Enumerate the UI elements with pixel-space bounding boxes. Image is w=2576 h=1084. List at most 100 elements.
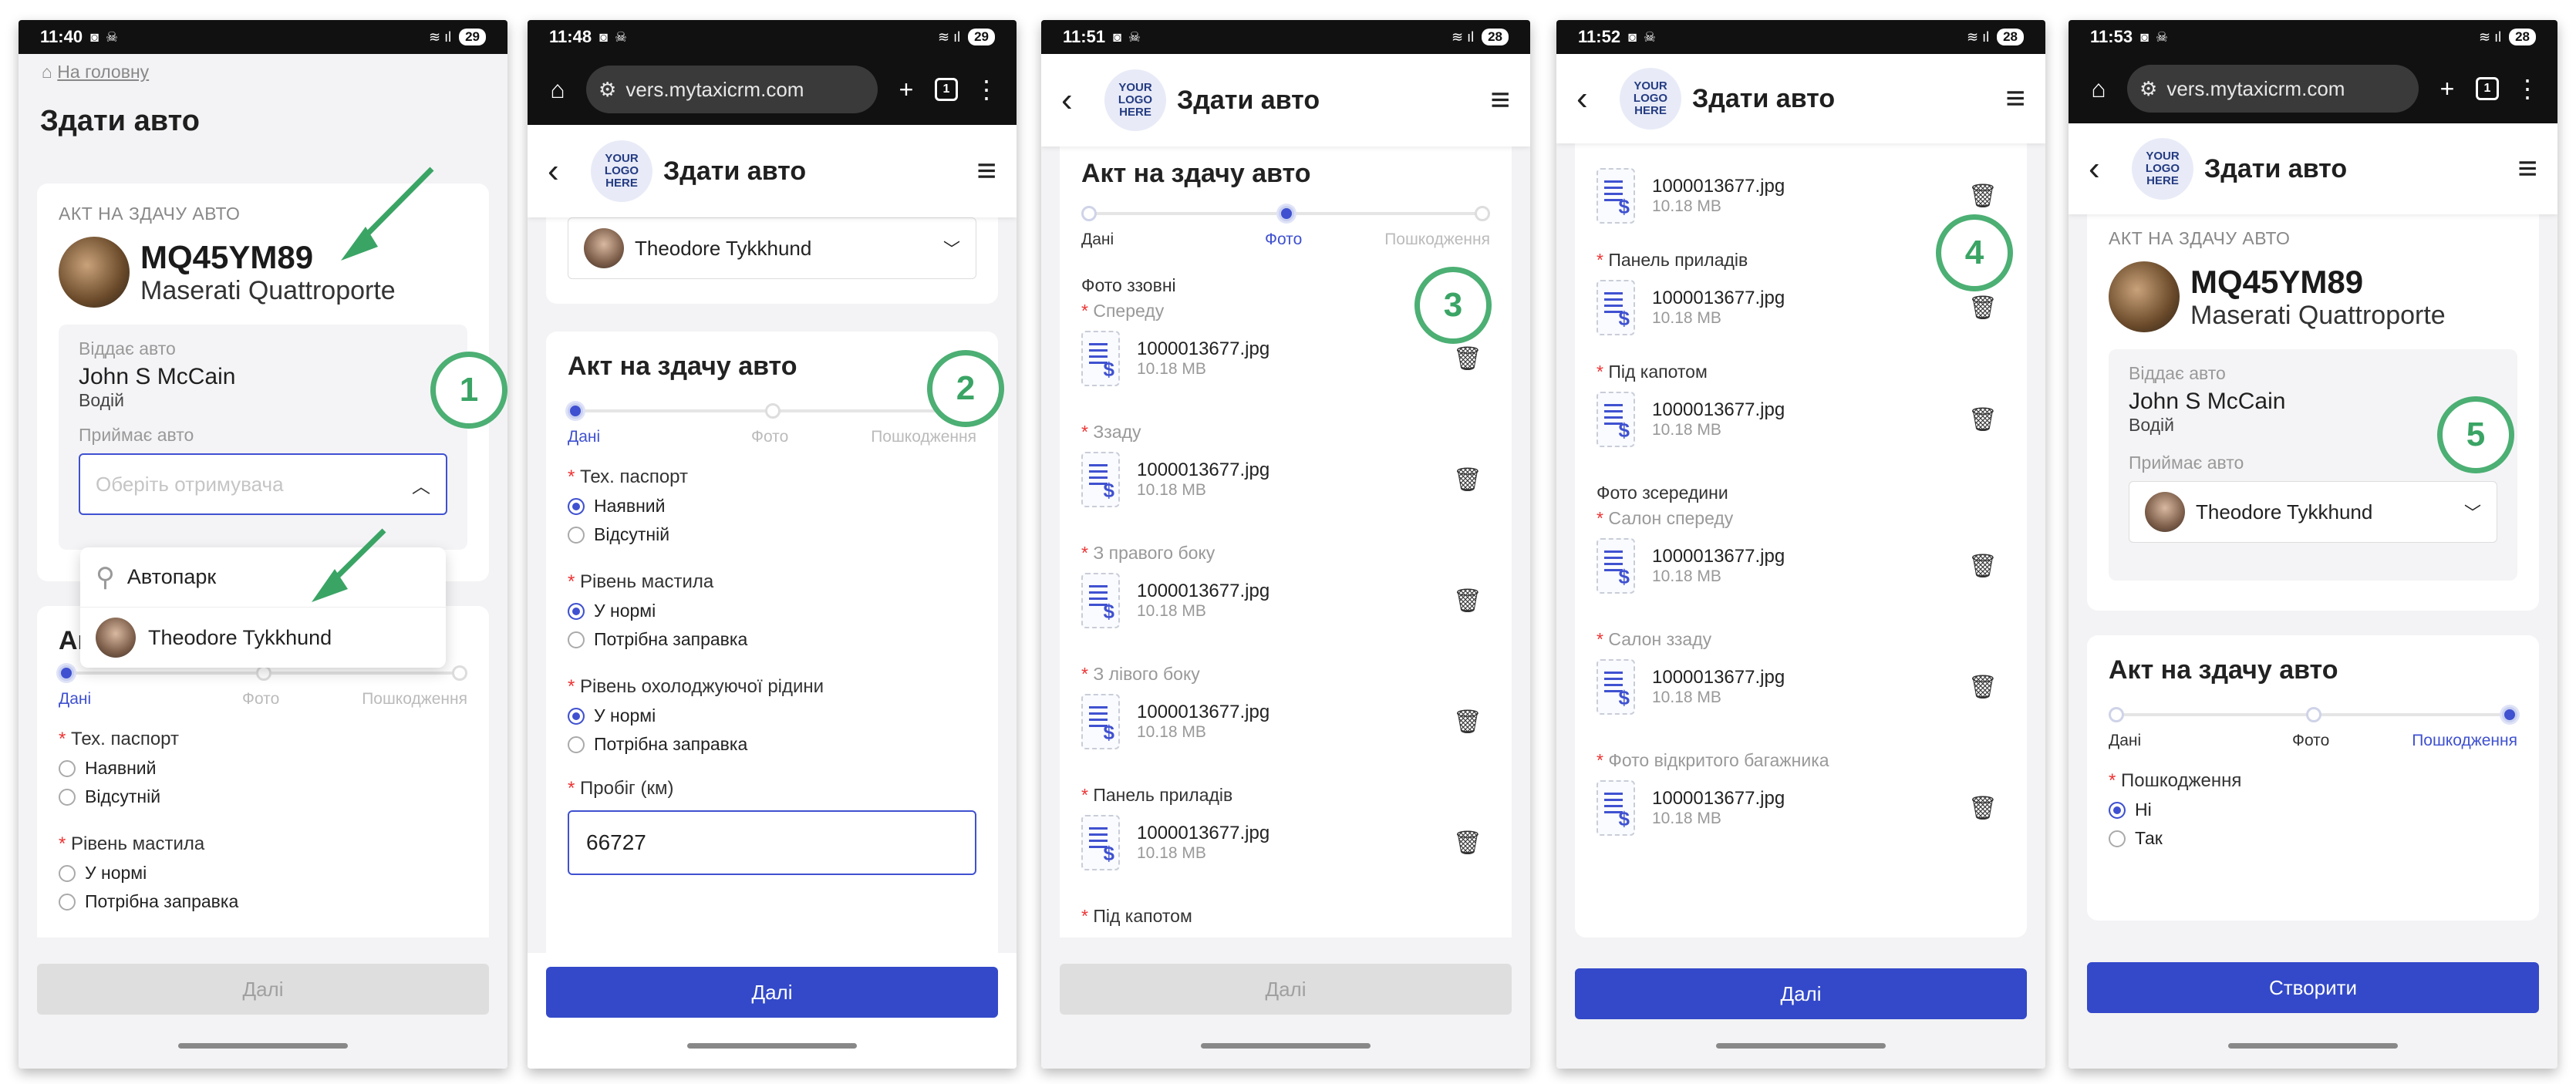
- menu-icon[interactable]: ≡: [1490, 81, 1510, 120]
- trash-icon[interactable]: 🗑: [1968, 406, 1998, 433]
- battery-icon: 28: [1997, 29, 2024, 45]
- logo: YOUR LOGO HERE: [1104, 69, 1166, 131]
- status-bar: 11:52 ◙ ☠ ≋ ıl 28: [1556, 20, 2045, 54]
- more-icon[interactable]: ⋮: [2513, 74, 2542, 103]
- screen-5: 11:53 ◙ ☠ ≋ ıl 28 ⌂ ⚙ vers.mytaxicrm.com +…: [2069, 20, 2557, 1069]
- trash-icon[interactable]: 🗑: [1968, 795, 1998, 822]
- screen-2: 11:48 ◙ ☠ ≋ ıl 29 ⌂ ⚙ vers.mytaxicrm.com +…: [528, 20, 1017, 1069]
- trash-icon[interactable]: 🗑: [1453, 709, 1482, 736]
- home-indicator: [1201, 1043, 1371, 1049]
- next-button[interactable]: Далі: [1060, 964, 1512, 1015]
- trash-icon[interactable]: 🗑: [1453, 345, 1482, 372]
- app-header: ‹ YOUR LOGO HERE Здати авто ≡: [528, 125, 1017, 217]
- menu-icon[interactable]: ≡: [2005, 79, 2025, 118]
- home-icon[interactable]: ⌂: [2084, 75, 2113, 103]
- create-button[interactable]: Створити: [2087, 962, 2539, 1013]
- act-title: Акт на здачу авто: [1081, 159, 1311, 188]
- mileage-input[interactable]: 66727: [568, 810, 976, 875]
- radio-damage-no[interactable]: Ні: [2109, 800, 2517, 820]
- act-title: Акт на здачу авто: [2109, 655, 2338, 685]
- next-button[interactable]: Далі: [546, 967, 998, 1018]
- radio-coolant-normal[interactable]: У нормі: [568, 705, 976, 726]
- battery-icon: 28: [1482, 29, 1509, 45]
- radio-present[interactable]: Наявний: [568, 496, 976, 517]
- wifi-icon: ≋ ıl: [2478, 29, 2502, 45]
- url-bar[interactable]: ⚙ vers.mytaxicrm.com: [2127, 65, 2419, 113]
- logo: YOUR LOGO HERE: [591, 140, 652, 202]
- radio-absent[interactable]: Відсутній: [568, 524, 976, 545]
- app-header: ‹ YOUR LOGO HERE Здати авто ≡: [1556, 54, 2045, 143]
- page-title: Здати авто: [2204, 153, 2348, 183]
- step-badge: 2: [927, 350, 1004, 427]
- new-tab-icon[interactable]: +: [892, 76, 921, 104]
- back-icon[interactable]: ‹: [1061, 81, 1100, 120]
- trash-icon[interactable]: 🗑: [1968, 183, 1998, 210]
- radio-damage-yes[interactable]: Так: [2109, 828, 2517, 849]
- trash-icon[interactable]: 🗑: [1968, 553, 1998, 580]
- file-icon: [1597, 168, 1635, 224]
- radio-oil-normal[interactable]: У нормі: [568, 601, 976, 621]
- back-icon[interactable]: ‹: [2089, 150, 2127, 188]
- step-badge: 1: [430, 352, 507, 429]
- screen-1: 11:40 ◙ ☠ ≋ ıl 29 ⌂ На головну Здати авто…: [19, 20, 507, 1069]
- trash-icon[interactable]: 🗑: [1968, 674, 1998, 701]
- file-icon: [1081, 331, 1120, 386]
- chevron-down-icon: ﹀: [942, 240, 960, 259]
- file-item: 1000013677.jpg10.18 MB🗑: [1081, 806, 1490, 880]
- coolant-label: * Рівень охолоджуючої рідини: [568, 676, 824, 697]
- home-indicator: [687, 1043, 857, 1049]
- file-item: 1000013677.jpg10.18 MB🗑: [1081, 443, 1490, 517]
- receiver-select[interactable]: Theodore Tykkhund ﹀: [568, 217, 976, 279]
- file-icon: [1597, 659, 1635, 715]
- trash-icon[interactable]: 🗑: [1453, 466, 1482, 493]
- trash-icon[interactable]: 🗑: [1453, 587, 1482, 614]
- next-button[interactable]: Далі: [1575, 968, 2027, 1019]
- step-dot-2: [2306, 707, 2321, 722]
- back-icon[interactable]: ‹: [1576, 79, 1615, 118]
- logo: YOUR LOGO HERE: [2132, 138, 2193, 200]
- menu-icon[interactable]: ≡: [976, 152, 996, 190]
- radio-coolant-refill[interactable]: Потрібна заправка: [568, 734, 976, 755]
- more-icon[interactable]: ⋮: [972, 75, 1001, 104]
- file-icon: [1597, 280, 1635, 335]
- photo-label-salon-back: * Салон ззаду: [1597, 629, 1712, 649]
- photo-label-salon-front: * Салон спереду: [1597, 508, 1734, 528]
- file-icon: [1597, 538, 1635, 594]
- receives-label: Приймає авто: [2129, 453, 2244, 473]
- step-badge: 5: [2437, 396, 2514, 473]
- tabs-icon[interactable]: 1: [935, 78, 958, 101]
- footer: Далі: [1556, 953, 2045, 1069]
- status-bar: 11:51 ◙ ☠ ≋ ıl 28: [1041, 20, 1530, 54]
- file-icon: [1081, 815, 1120, 870]
- wifi-icon: ≋ ıl: [1966, 29, 1990, 45]
- home-icon[interactable]: ⌂: [543, 76, 572, 104]
- page-title: Здати авто: [1177, 85, 1320, 115]
- menu-icon[interactable]: ≡: [2517, 150, 2537, 188]
- file-icon: [1081, 573, 1120, 628]
- passport-label: * Тех. паспорт: [568, 466, 688, 487]
- receiver-select[interactable]: Theodore Tykkhund ﹀: [2129, 481, 2497, 543]
- page-title: Здати авто: [663, 156, 807, 186]
- tabs-icon[interactable]: 1: [2476, 77, 2499, 100]
- url-bar[interactable]: ⚙ vers.mytaxicrm.com: [586, 66, 878, 113]
- trash-icon[interactable]: 🗑: [1453, 830, 1482, 857]
- file-item: 1000013677.jpg10.18 MB🗑: [1597, 529, 2005, 603]
- photo-label-right: * З правого боку: [1081, 543, 1216, 563]
- file-item: 1000013677.jpg10.18 MB🗑: [1597, 382, 2005, 456]
- back-icon[interactable]: ‹: [548, 152, 586, 190]
- stepper: Дані Фото Пошкодження: [1081, 200, 1490, 261]
- file-item: 1000013677.jpg10.18 MB🗑: [1081, 685, 1490, 759]
- step-dot-3: [2502, 707, 2517, 722]
- photo-label-hood: * Під капотом: [1081, 906, 1192, 926]
- radio-oil-refill[interactable]: Потрібна заправка: [568, 629, 976, 650]
- site-settings-icon: ⚙: [598, 77, 617, 101]
- file-item: 1000013677.jpg10.18 MB🗑: [1597, 159, 2005, 233]
- logo: YOUR LOGO HERE: [1620, 68, 1681, 130]
- trash-icon[interactable]: 🗑: [1968, 295, 1998, 321]
- act-caption: АКТ НА ЗДАЧУ АВТО: [2109, 228, 2291, 248]
- photo-label-dashboard: * Панель приладів: [1081, 785, 1233, 805]
- act-card: Акт на здачу авто Дані Фото Пошкодження …: [2087, 635, 2539, 921]
- browser-toolbar: ⌂ ⚙ vers.mytaxicrm.com + 1 ⋮: [528, 54, 1017, 125]
- new-tab-icon[interactable]: +: [2433, 75, 2462, 103]
- step-dot-1: [2109, 707, 2124, 722]
